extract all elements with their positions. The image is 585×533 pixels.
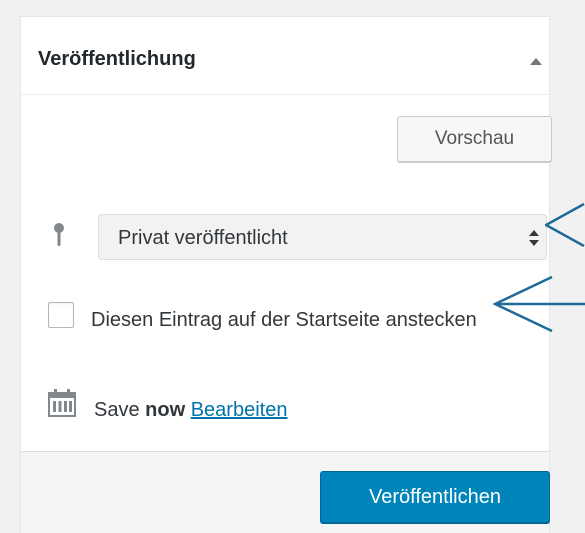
annotation-arrow-checkbox [493, 276, 585, 332]
sticky-checkbox-label[interactable]: Diesen Eintrag auf der Startseite anstec… [46, 301, 506, 339]
publish-box-footer: Veröffentlichen [21, 451, 550, 533]
publish-button[interactable]: Veröffentlichen [320, 471, 550, 523]
schedule-info: Save now Bearbeiten [94, 398, 287, 422]
publish-box: Veröffentlichung Vorschau Privat veröffe… [20, 16, 552, 533]
calendar-icon [48, 389, 76, 422]
schedule-prefix: Save [94, 399, 140, 421]
visibility-select[interactable]: Privat veröffentlicht [98, 214, 547, 260]
schedule-status: now [145, 399, 186, 421]
edit-schedule-link[interactable]: Bearbeiten [191, 399, 288, 421]
select-up-down-icon [529, 229, 539, 252]
publish-box-header[interactable]: Veröffentlichung [21, 17, 549, 95]
visibility-selected-value: Privat veröffentlicht [118, 227, 288, 249]
publish-box-title: Veröffentlichung [38, 48, 196, 70]
pin-icon [52, 222, 66, 253]
triangle-up-icon[interactable] [530, 58, 542, 65]
preview-button[interactable]: Vorschau [397, 116, 552, 162]
annotation-arrow-select [545, 203, 585, 247]
